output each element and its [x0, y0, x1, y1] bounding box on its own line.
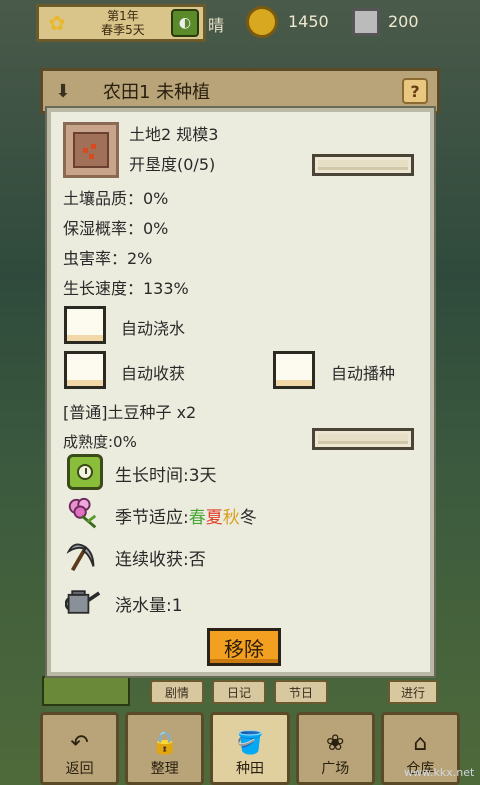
nav-organize-button[interactable]: 🔒 整理	[125, 712, 205, 785]
moisture-rate: 保湿概率：0%	[63, 219, 169, 238]
lock-icon: 🔒	[151, 731, 179, 756]
sickle-icon	[65, 538, 101, 574]
season-prefix: 季节适应:	[115, 507, 189, 528]
maturity-label: 成熟度:0%	[63, 432, 137, 451]
nav-label: 种田	[236, 761, 264, 777]
bottom-nav: ↶ 返回 🔒 整理 🪣 种田 ❀ 广场 ⌂ 仓库	[40, 712, 461, 785]
date-widget[interactable]: ✿ 第1年 春季5天 ◐	[36, 4, 206, 42]
auto-sow-checkbox[interactable]	[273, 351, 315, 389]
gold-count: 1450	[288, 12, 329, 31]
gem-count: 200	[388, 12, 419, 31]
cultivation-progress-bar	[312, 154, 414, 176]
watermark: www.kkx.net	[404, 766, 475, 779]
season-autumn: 秋	[222, 507, 240, 528]
auto-water-label: 自动浇水	[121, 319, 186, 338]
arrow-down-icon[interactable]: ⬇	[43, 81, 83, 102]
flower-icon: ✿	[48, 11, 66, 35]
flower-icon	[65, 496, 101, 532]
tab-progress[interactable]: 进行	[388, 680, 438, 704]
clock-icon[interactable]: ◐	[171, 9, 199, 37]
field-plot-preview	[42, 676, 130, 706]
undo-icon: ↶	[70, 731, 89, 756]
land-title: 土地2 规模3	[129, 125, 219, 144]
seed-name: [普通]土豆种子 x2	[63, 403, 197, 422]
nav-label: 广场	[321, 761, 350, 777]
growth-speed: 生长速度：133%	[63, 279, 189, 298]
date-text: 第1年 春季5天	[75, 9, 171, 37]
tab-festival[interactable]: 节日	[274, 680, 328, 704]
water-amount: 浇水量:1	[115, 595, 183, 616]
flower-icon: ❀	[325, 731, 345, 756]
remove-button[interactable]: 移除	[207, 628, 281, 666]
season-row: 季节适应: 春 夏 秋 冬	[115, 504, 257, 528]
field-title: 农田1 未种植	[103, 82, 211, 103]
season-day-label: 春季5天	[101, 23, 145, 37]
soil-plot-icon	[63, 122, 119, 178]
growth-time: 生长时间:3天	[115, 465, 217, 486]
season-summer: 夏	[205, 507, 223, 528]
help-button[interactable]: ?	[402, 78, 428, 104]
coin-icon	[246, 6, 278, 38]
land-detail-panel: 土地2 规模3 开垦度(0/5) 土壤品质：0% 保湿概率：0% 虫害率：2% …	[47, 108, 434, 676]
year-label: 第1年	[107, 9, 139, 23]
pest-rate: 虫害率：2%	[63, 249, 153, 268]
card-icon	[352, 8, 380, 36]
season-spring: 春	[188, 507, 206, 528]
top-hud: ✿ 第1年 春季5天 ◐ 晴 1450 200	[0, 0, 480, 46]
tab-story[interactable]: 剧情	[150, 680, 204, 704]
cultivation-label: 开垦度(0/5)	[129, 155, 216, 174]
nav-label: 返回	[65, 761, 94, 777]
weather-label: 晴	[208, 16, 225, 35]
tab-diary[interactable]: 日记	[212, 680, 266, 704]
clock-icon	[67, 454, 103, 490]
continuous-harvest: 连续收获:否	[115, 549, 206, 570]
nav-back-button[interactable]: ↶ 返回	[40, 712, 120, 785]
nav-label: 整理	[150, 761, 179, 777]
nav-plaza-button[interactable]: ❀ 广场	[295, 712, 375, 785]
bottom-tabs: 剧情 日记 节日	[150, 680, 328, 704]
auto-water-checkbox[interactable]	[64, 306, 106, 344]
watering-can-icon	[65, 584, 101, 620]
auto-sow-label: 自动播种	[331, 364, 396, 383]
watering-can-icon: 🪣	[236, 731, 264, 756]
season-winter: 冬	[239, 507, 257, 528]
house-icon: ⌂	[413, 731, 428, 756]
maturity-progress-bar	[312, 428, 414, 450]
nav-farm-button[interactable]: 🪣 种田	[210, 712, 290, 785]
auto-harvest-label: 自动收获	[121, 364, 186, 383]
soil-quality: 土壤品质：0%	[63, 189, 169, 208]
auto-harvest-checkbox[interactable]	[64, 351, 106, 389]
